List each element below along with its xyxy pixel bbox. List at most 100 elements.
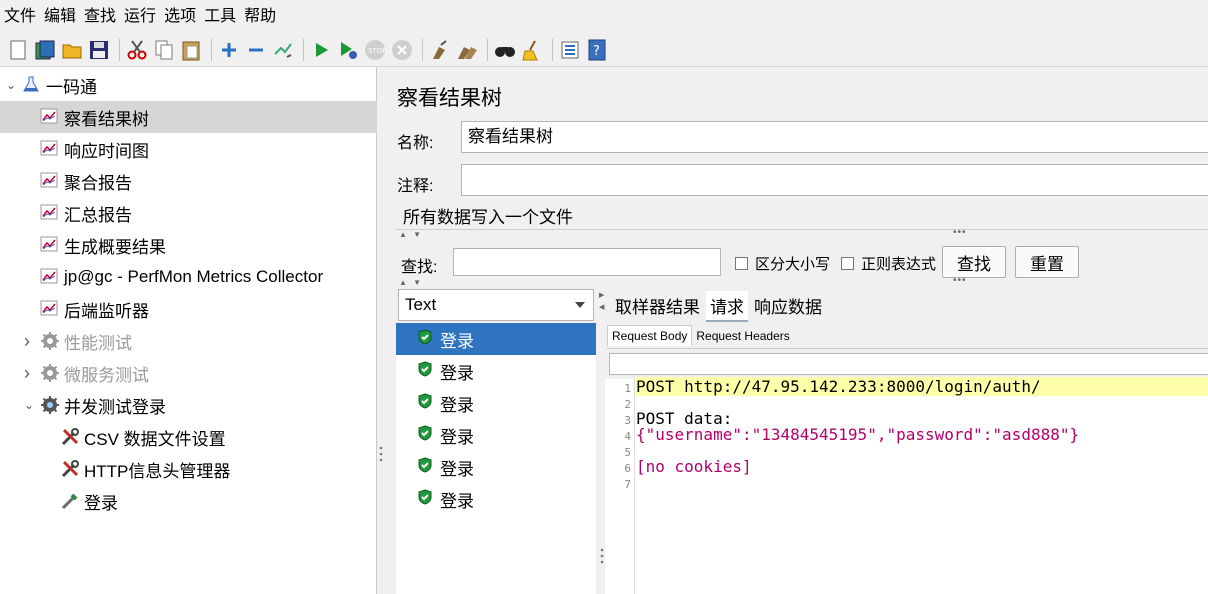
toolbar-separator [422,38,423,61]
reset-button[interactable]: 重置 [1015,246,1079,278]
menu-item-6[interactable]: 帮助 [244,0,276,33]
detail-tab[interactable]: 请求 [706,291,748,322]
pipette-icon [60,491,80,516]
tree-node[interactable]: HTTP信息头管理器 [0,453,377,485]
search-binoculars-icon[interactable] [493,38,517,62]
tree-node[interactable]: ⌄ 并发测试登录 [0,389,377,421]
success-shield-icon [418,488,432,510]
start-icon[interactable] [309,38,333,62]
renderer-select[interactable]: Text [398,289,594,321]
collapse-arrows-icon[interactable]: ▲ ▼ [399,278,423,287]
listener-panel: 察看结果树 名称: 察看结果树 注释: 所有数据写入一个文件 ▲ ▼ ••• 查… [385,67,1208,594]
collapse-arrows-icon[interactable]: ▲ ▼ [399,230,423,239]
chart-icon [40,139,58,162]
toolbar-separator [211,38,212,61]
tree-node[interactable]: 聚合报告 [0,165,377,197]
chevron-right-icon[interactable]: › [24,363,30,384]
result-item-label: 登录 [440,363,474,383]
copy-icon[interactable] [152,38,176,62]
gear-icon [40,363,60,388]
menu-item-1[interactable]: 编辑 [44,0,76,33]
tree-node[interactable]: 后端监听器 [0,293,377,325]
toolbar: STOP? [0,33,1208,67]
result-list: 登录 登录 登录 登录 登录 登录 [396,323,596,594]
splitter-handle[interactable] [379,446,383,462]
result-item-label: 登录 [440,427,474,447]
help-icon[interactable]: ? [585,38,609,62]
tree-node[interactable]: jp@gc - PerfMon Metrics Collector [0,261,377,293]
drag-dots-icon[interactable]: ••• [953,227,967,238]
shutdown-icon[interactable] [390,38,414,62]
tree-node-label: 性能测试 [64,333,132,353]
tree-node[interactable]: › 性能测试 [0,325,377,357]
detail-search-field[interactable] [609,353,1208,375]
tree-node[interactable]: 汇总报告 [0,197,377,229]
menu-item-5[interactable]: 工具 [204,0,236,33]
menu-item-3[interactable]: 运行 [124,0,156,33]
request-subtab[interactable]: Request Headers [692,326,793,346]
expand-icon[interactable] [217,38,241,62]
reset-search-broom-icon[interactable] [520,38,544,62]
clear-icon[interactable] [428,38,452,62]
result-item[interactable]: 登录 [396,323,596,355]
line-number: 6 [624,462,631,475]
tree-node[interactable]: 察看结果树 [0,101,377,133]
start-no-pause-icon[interactable] [336,38,360,62]
menu-item-4[interactable]: 选项 [164,0,196,33]
search-input[interactable] [453,248,721,276]
toggle-icon[interactable] [271,38,295,62]
comment-label: 注释: [397,178,434,195]
stop-icon[interactable]: STOP [363,38,387,62]
request-subtab[interactable]: Request Body [607,325,693,346]
save-icon[interactable] [87,38,111,62]
paste-icon[interactable] [179,38,203,62]
detail-tab[interactable]: 响应数据 [750,291,826,322]
tree-node-label: 后端监听器 [64,301,149,321]
result-item[interactable]: 登录 [396,451,596,483]
gear-icon [40,331,60,356]
result-item[interactable]: 登录 [396,387,596,419]
success-shield-icon [418,392,432,414]
name-field[interactable]: 察看结果树 [461,121,1208,153]
section-divider [395,229,1208,230]
collapse-icon[interactable] [244,38,268,62]
result-item-label: 登录 [440,491,474,511]
find-button[interactable]: 查找 [942,246,1006,278]
cut-icon[interactable] [125,38,149,62]
detail-tab[interactable]: 取样器结果 [611,291,704,322]
templates-icon[interactable] [33,38,57,62]
tree-node[interactable]: › 微服务测试 [0,357,377,389]
function-helper-icon[interactable] [558,38,582,62]
success-shield-icon [418,360,432,382]
case-sensitive-checkbox[interactable]: 区分大小写 [735,253,830,274]
open-folder-icon[interactable] [60,38,84,62]
tree-node-label: 汇总报告 [64,205,132,225]
test-plan-tree: ⌄ 一码通 察看结果树 响应时间图 聚合报告汇总报告生成概要结果 jp@gc - Perf… [0,67,377,594]
clear-all-icon[interactable] [455,38,479,62]
comment-field[interactable] [461,164,1208,196]
result-item-label: 登录 [440,331,474,351]
menu-item-2[interactable]: 查找 [84,0,116,33]
toolbar-separator [303,38,304,61]
menu-item-0[interactable]: 文件 [4,0,36,33]
name-label: 名称: [397,135,434,152]
tree-node[interactable]: ⌄ 一码通 [0,69,377,101]
tree-node[interactable]: 登录 [0,485,377,517]
result-item[interactable]: 登录 [396,355,596,387]
svg-text:STOP: STOP [368,47,386,55]
result-item-label: 登录 [440,459,474,479]
chevron-down-icon[interactable]: ⌄ [6,78,16,92]
chevron-down-icon[interactable]: ⌄ [24,398,34,412]
tree-node[interactable]: 响应时间图 [0,133,377,165]
result-item[interactable]: 登录 [396,483,596,515]
chevron-right-icon[interactable]: › [24,331,30,352]
chart-icon [40,299,58,322]
tree-node-label: 并发测试登录 [64,397,166,417]
new-file-icon[interactable] [6,38,30,62]
regex-checkbox[interactable]: 正则表达式 [841,253,936,274]
case-sensitive-label: 区分大小写 [755,256,831,273]
request-text-area[interactable]: 1 2 3 4 5 6 7 POST http://47.95.142.233:8000/l… [605,377,1208,594]
tree-node[interactable]: CSV 数据文件设置 [0,421,377,453]
tree-node[interactable]: 生成概要结果 [0,229,377,261]
result-item[interactable]: 登录 [396,419,596,451]
